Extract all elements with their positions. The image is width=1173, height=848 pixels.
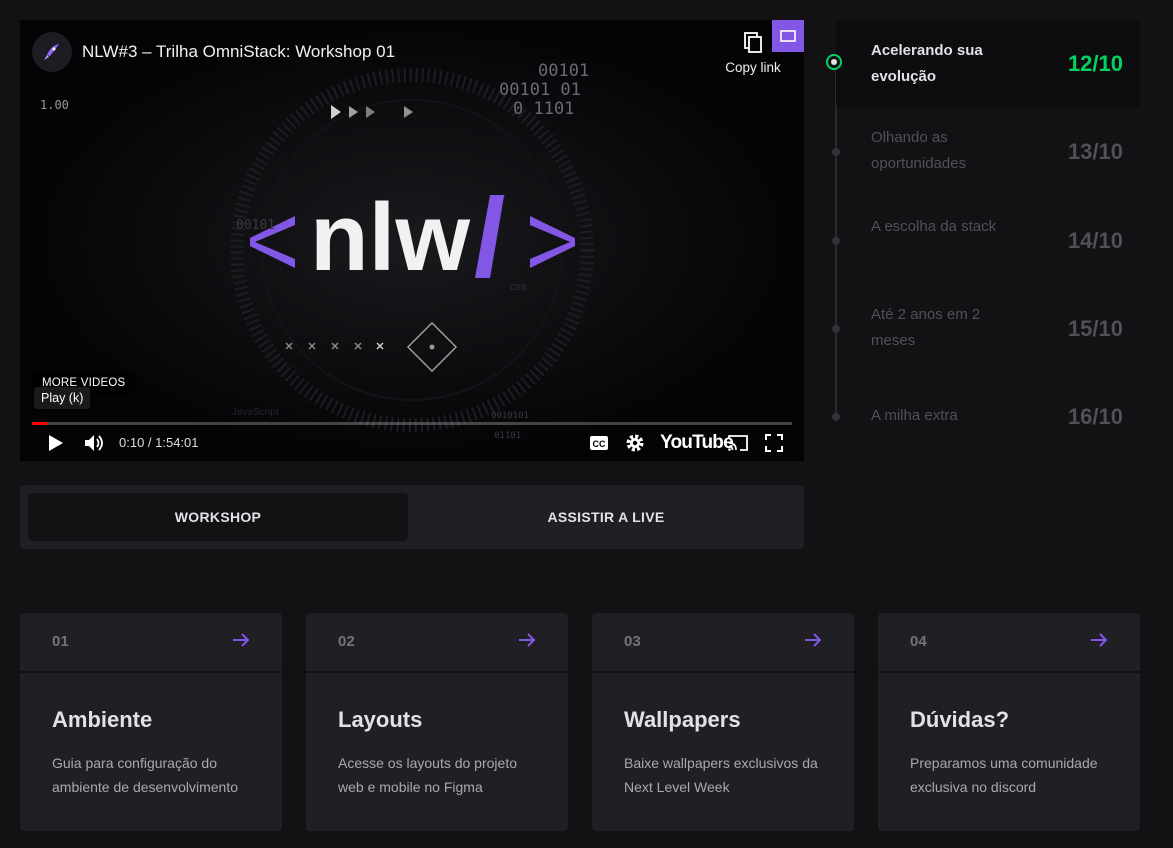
card-description: Preparamos uma comunidade exclusiva no d…: [910, 755, 1098, 795]
timeline-dot: [832, 148, 840, 156]
card-layouts[interactable]: 02 Layouts Acesse os layouts do projeto …: [306, 613, 568, 831]
card-description: Acesse os layouts do projeto web e mobil…: [338, 755, 517, 795]
video-thumbnail-art: nlw 00101 00101 01 0 1101 00101 0010101 …: [20, 20, 804, 461]
schedule-title: A milha extra: [871, 407, 958, 424]
card-title: Ambiente: [52, 707, 153, 732]
card-title: Wallpapers: [624, 707, 741, 732]
progress-bar[interactable]: [32, 422, 792, 425]
binary-text: 00101 01: [499, 80, 581, 100]
js-label: JavaScript: [232, 407, 279, 418]
content-tabs: WORKSHOP ASSISTIR A LIVE: [20, 485, 804, 549]
play-button[interactable]: [44, 430, 68, 456]
binary-text: 00101: [236, 218, 275, 233]
schedule-date: 15/10: [1067, 316, 1123, 341]
miniplayer-button[interactable]: [772, 20, 804, 52]
cast-button[interactable]: [725, 430, 751, 456]
schedule-date: 13/10: [1067, 139, 1123, 164]
time-display: 0:10 / 1:54:01: [119, 435, 199, 450]
card-ambiente[interactable]: 01 Ambiente Guia para configuração do am…: [20, 613, 282, 831]
binary-text: 0010101: [491, 411, 529, 421]
card-number: 03: [624, 633, 641, 650]
schedule-title: Olhando as oportunidades: [871, 129, 967, 172]
play-tooltip: Play (k): [34, 387, 91, 409]
youtube-logo[interactable]: YouTube: [660, 432, 734, 454]
arrow-right-icon[interactable]: [232, 631, 250, 649]
arrow-right-icon[interactable]: [518, 631, 536, 649]
card-title: Dúvidas?: [910, 707, 1010, 732]
fullscreen-button[interactable]: [762, 430, 786, 456]
captions-button[interactable]: CC: [587, 430, 611, 456]
schedule-item-16-10[interactable]: A milha extra 16/10: [836, 372, 1140, 460]
volume-button[interactable]: [82, 430, 108, 456]
card-description: Guia para configuração do ambiente de de…: [52, 755, 239, 795]
schedule-title: A escolha da stack: [871, 218, 997, 235]
fullscreen-icon: [765, 434, 783, 452]
channel-avatar[interactable]: [32, 32, 72, 72]
rocket-icon: [44, 44, 59, 60]
video-player[interactable]: nlw 00101 00101 01 0 1101 00101 0010101 …: [20, 20, 804, 461]
binary-text: 01101: [494, 431, 521, 441]
svg-text:CC: CC: [593, 439, 606, 449]
card-header: 04: [878, 613, 1140, 673]
play-icon: [49, 435, 63, 451]
schedule-date: 14/10: [1067, 228, 1123, 253]
timeline-dot: [832, 325, 840, 333]
schedule-title: Até 2 anos em 2 meses: [871, 306, 981, 349]
card-number: 04: [910, 633, 927, 650]
settings-button[interactable]: [623, 430, 647, 456]
card-header: 03: [592, 613, 854, 673]
volume-icon: [85, 435, 103, 451]
binary-text: 00101: [538, 61, 589, 81]
card-header: 01: [20, 613, 282, 673]
miniplayer-icon: [780, 30, 796, 42]
cc-icon: CC: [590, 436, 608, 450]
schedule-item-12-10[interactable]: Acelerando sua evolução 12/10: [836, 20, 1140, 108]
copy-icon: [744, 32, 762, 53]
schedule-item-13-10[interactable]: Olhando as oportunidades 13/10: [836, 108, 1140, 196]
schedule-date: 16/10: [1067, 404, 1123, 429]
nlw-logo-text: nlw: [310, 184, 470, 291]
card-number: 02: [338, 633, 355, 650]
arrow-right-icon[interactable]: [804, 631, 822, 649]
timeline-dot: [832, 237, 840, 245]
playback-speed: 1.00: [40, 98, 69, 112]
card-duvidas[interactable]: 04 Dúvidas? Preparamos uma comunidade ex…: [878, 613, 1140, 831]
schedule-item-14-10[interactable]: A escolha da stack 14/10: [836, 196, 1140, 284]
timeline-dot-active: [826, 54, 842, 70]
card-title: Layouts: [338, 707, 423, 732]
card-header: 02: [306, 613, 568, 673]
schedule-item-15-10[interactable]: Até 2 anos em 2 meses 15/10: [836, 284, 1140, 372]
card-number: 01: [52, 633, 69, 650]
binary-text: 0 1101: [513, 99, 574, 119]
copy-link-label: Copy link: [725, 60, 781, 75]
video-title[interactable]: NLW#3 – Trilha OmniStack: Workshop 01: [82, 42, 395, 62]
timeline-dot: [832, 413, 840, 421]
arrow-right-icon[interactable]: [1090, 631, 1108, 649]
card-description: Baixe wallpapers exclusivos da Next Leve…: [624, 755, 818, 795]
css-label: css: [510, 281, 527, 293]
tab-assistir-live[interactable]: ASSISTIR A LIVE: [416, 493, 796, 541]
tab-workshop[interactable]: WORKSHOP: [28, 493, 408, 541]
settings-icon: [626, 434, 644, 452]
schedule-date: 12/10: [1067, 51, 1123, 76]
progress-fill: [32, 422, 48, 425]
cast-icon: [728, 435, 748, 451]
card-wallpapers[interactable]: 03 Wallpapers Baixe wallpapers exclusivo…: [592, 613, 854, 831]
schedule-title: Acelerando sua evolução: [871, 42, 983, 85]
